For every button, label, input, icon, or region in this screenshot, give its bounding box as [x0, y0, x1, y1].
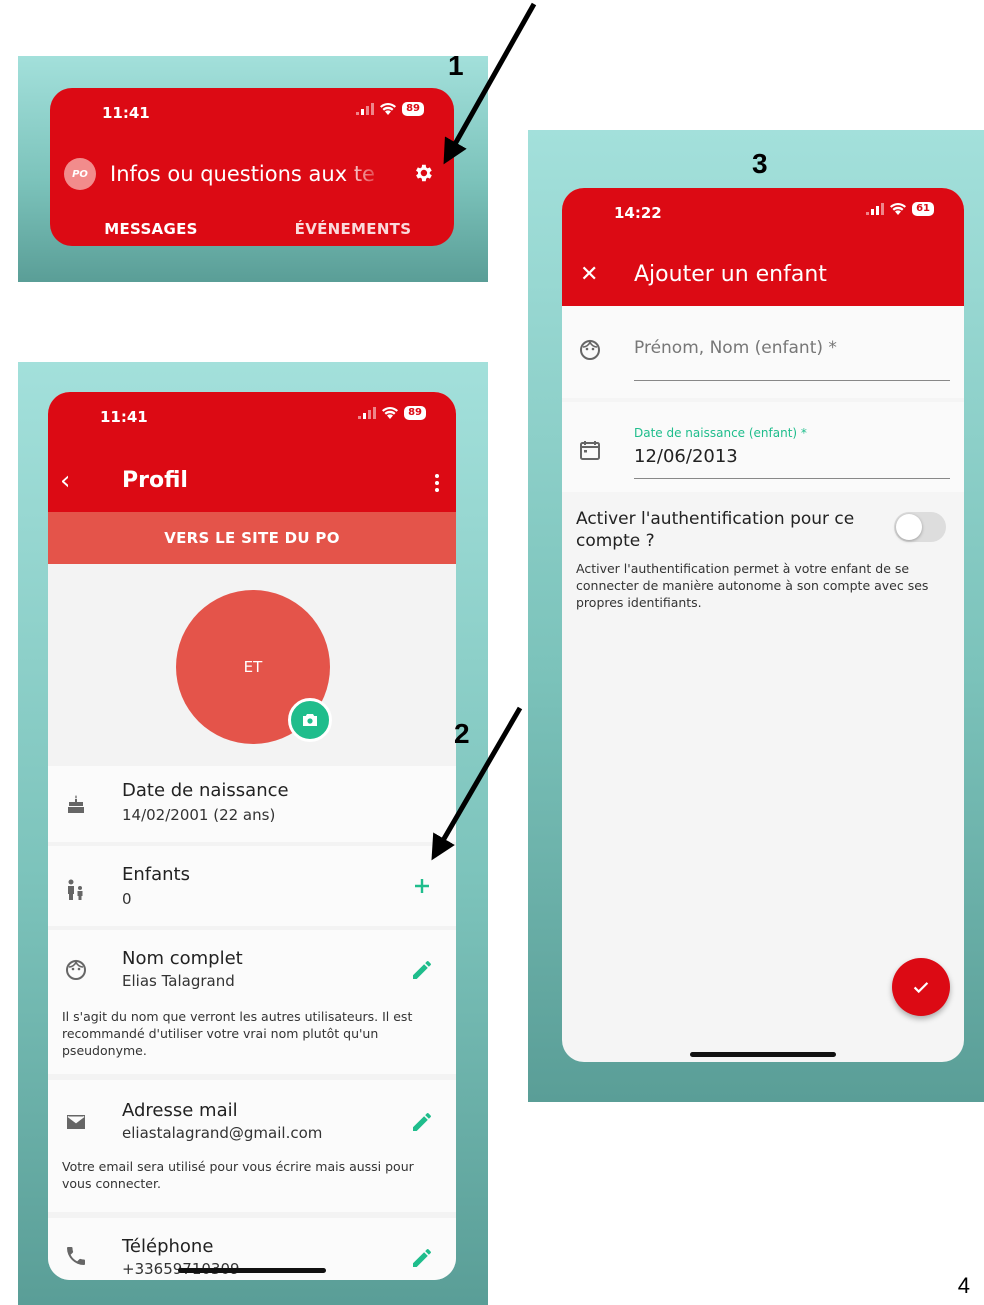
arrow-to-gear — [443, 2, 537, 165]
arrow-to-add-child — [431, 706, 523, 861]
annotation-arrows — [431, 2, 537, 861]
